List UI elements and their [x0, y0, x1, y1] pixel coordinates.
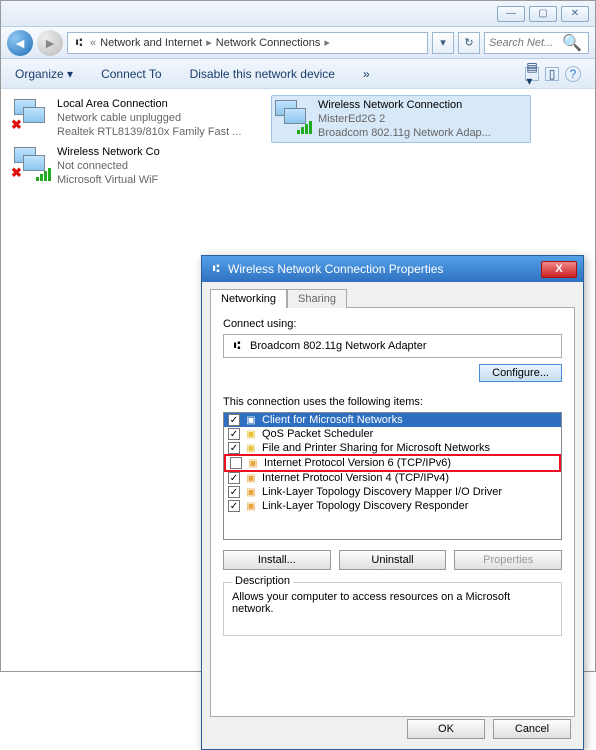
signal-bars-icon	[36, 168, 51, 181]
toolbar-overflow[interactable]: »	[363, 67, 370, 81]
proto-icon: ▣	[244, 486, 258, 498]
forward-button[interactable]: ►	[37, 30, 63, 56]
item-label: Client for Microsoft Networks	[262, 414, 403, 426]
item-label: File and Printer Sharing for Microsoft N…	[262, 442, 490, 454]
protocol-item[interactable]: ✓ ▣ Client for Microsoft Networks	[224, 413, 561, 427]
address-bar: ◄ ► ⑆ « Network and Internet ▸ Network C…	[1, 27, 595, 59]
window-titlebar: — ▢ ✕	[1, 1, 595, 27]
adapter-name: Broadcom 802.11g Network Adapter	[250, 340, 427, 352]
item-label: Internet Protocol Version 6 (TCP/IPv6)	[264, 457, 451, 469]
qos-icon: ▣	[244, 428, 258, 440]
properties-button: Properties	[454, 550, 562, 570]
item-label: Link-Layer Topology Discovery Mapper I/O…	[262, 486, 502, 498]
description-group: Description Allows your computer to acce…	[223, 582, 562, 636]
dialog-titlebar[interactable]: ⑆ Wireless Network Connection Properties…	[202, 256, 583, 282]
description-label: Description	[232, 575, 293, 587]
tab-networking[interactable]: Networking	[210, 289, 287, 308]
connection-item[interactable]: Wireless Network ConnectionMisterEd2G 2B…	[271, 95, 531, 143]
connection-items-list[interactable]: ✓ ▣ Client for Microsoft Networks✓ ▣ QoS…	[223, 412, 562, 540]
organize-menu[interactable]: Organize ▾	[15, 67, 73, 81]
disable-device-button[interactable]: Disable this network device	[190, 67, 335, 81]
network-icon: ⑆	[72, 36, 86, 50]
proto-icon: ▣	[246, 457, 260, 469]
connection-item[interactable]: ✖ Wireless Network CoNot connectedMicros…	[11, 143, 271, 189]
description-text: Allows your computer to access resources…	[232, 591, 553, 615]
checkbox[interactable]: ✓	[228, 500, 240, 512]
checkbox[interactable]	[230, 457, 242, 469]
search-icon: 🔍	[565, 36, 579, 50]
ok-button[interactable]: OK	[407, 719, 485, 739]
error-x-icon: ✖	[11, 117, 22, 133]
dialog-title: Wireless Network Connection Properties	[228, 262, 541, 276]
adapter-field: ⑆ Broadcom 802.11g Network Adapter	[223, 334, 562, 358]
proto-icon: ▣	[244, 500, 258, 512]
breadcrumb[interactable]: ⑆ « Network and Internet ▸ Network Conne…	[67, 32, 428, 54]
protocol-item[interactable]: ✓ ▣ Internet Protocol Version 4 (TCP/IPv…	[224, 471, 561, 485]
minimize-button[interactable]: —	[497, 6, 525, 22]
dropdown-arrow-button[interactable]: ▾	[432, 32, 454, 54]
network-icon: ⑆	[208, 261, 224, 277]
connection-item[interactable]: ✖ Local Area ConnectionNetwork cable unp…	[11, 95, 271, 143]
tab-sharing[interactable]: Sharing	[287, 289, 347, 308]
items-label: This connection uses the following items…	[223, 396, 562, 408]
error-x-icon: ✖	[11, 165, 22, 181]
toolbar: Organize ▾ Connect To Disable this netwo…	[1, 59, 595, 89]
back-button[interactable]: ◄	[7, 30, 33, 56]
configure-button[interactable]: Configure...	[479, 364, 562, 382]
window-close-button[interactable]: ✕	[561, 6, 589, 22]
protocol-item[interactable]: ✓ ▣ Link-Layer Topology Discovery Respon…	[224, 499, 561, 513]
connection-icon	[272, 98, 312, 134]
connection-icon: ✖	[11, 97, 51, 133]
content-area: ✖ Local Area ConnectionNetwork cable unp…	[1, 89, 595, 195]
checkbox[interactable]: ✓	[228, 414, 240, 426]
preview-pane-button[interactable]: ▯	[545, 67, 559, 81]
proto-icon: ▣	[244, 472, 258, 484]
protocol-item[interactable]: ✓ ▣ File and Printer Sharing for Microso…	[224, 441, 561, 455]
item-label: QoS Packet Scheduler	[262, 428, 373, 440]
install-button[interactable]: Install...	[223, 550, 331, 570]
breadcrumb-seg[interactable]: Network Connections	[216, 37, 321, 49]
properties-dialog: ⑆ Wireless Network Connection Properties…	[201, 255, 584, 750]
cancel-button[interactable]: Cancel	[493, 719, 571, 739]
tab-body: Connect using: ⑆ Broadcom 802.11g Networ…	[210, 307, 575, 717]
share-icon: ▣	[244, 442, 258, 454]
checkbox[interactable]: ✓	[228, 472, 240, 484]
item-label: Link-Layer Topology Discovery Responder	[262, 500, 468, 512]
view-mode-button[interactable]: ▤ ▾	[525, 67, 539, 81]
connect-using-label: Connect using:	[223, 318, 562, 330]
protocol-item[interactable]: ✓ ▣ QoS Packet Scheduler	[224, 427, 561, 441]
search-input[interactable]	[485, 37, 565, 49]
breadcrumb-seg[interactable]: Network and Internet	[100, 37, 202, 49]
connection-text: Local Area ConnectionNetwork cable unplu…	[57, 97, 241, 141]
search-box[interactable]: 🔍	[484, 32, 589, 54]
connection-text: Wireless Network CoNot connectedMicrosof…	[57, 145, 160, 187]
checkbox[interactable]: ✓	[228, 428, 240, 440]
uninstall-button[interactable]: Uninstall	[339, 550, 447, 570]
signal-bars-icon	[297, 121, 312, 134]
protocol-item[interactable]: ▣ Internet Protocol Version 6 (TCP/IPv6)	[224, 454, 561, 472]
checkbox[interactable]: ✓	[228, 486, 240, 498]
client-icon: ▣	[244, 414, 258, 426]
tab-strip: Networking Sharing	[210, 289, 575, 308]
connection-text: Wireless Network ConnectionMisterEd2G 2B…	[318, 98, 491, 140]
refresh-button[interactable]: ↻	[458, 32, 480, 54]
protocol-item[interactable]: ✓ ▣ Link-Layer Topology Discovery Mapper…	[224, 485, 561, 499]
connect-to-button[interactable]: Connect To	[101, 67, 162, 81]
close-button[interactable]: X	[541, 261, 577, 278]
checkbox[interactable]: ✓	[228, 442, 240, 454]
maximize-button[interactable]: ▢	[529, 6, 557, 22]
connection-icon: ✖	[11, 145, 51, 181]
item-label: Internet Protocol Version 4 (TCP/IPv4)	[262, 472, 449, 484]
help-button[interactable]: ?	[565, 66, 581, 82]
adapter-icon: ⑆	[230, 339, 244, 353]
